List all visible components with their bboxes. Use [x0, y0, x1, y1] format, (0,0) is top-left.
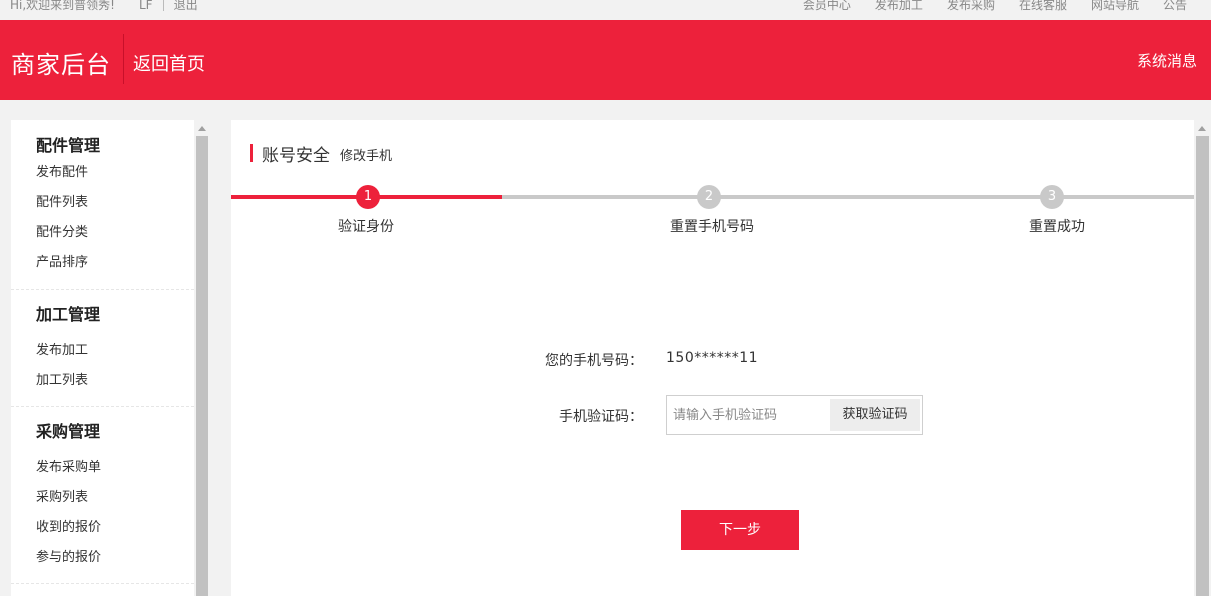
logout-link[interactable]: 退出	[174, 0, 198, 13]
page-title: 账号安全	[262, 145, 330, 166]
sidebar-group-title: 加工管理	[36, 305, 101, 324]
step-3-label: 重置成功	[1029, 219, 1085, 235]
announcement-link[interactable]: 公告	[1163, 0, 1187, 13]
phone-number-value: 150******11	[666, 350, 759, 366]
sidebar-item-parts-category[interactable]: 配件分类	[36, 224, 194, 254]
sidebar-group-processing: 加工管理 发布加工 加工列表	[11, 290, 194, 407]
sidebar-item-purchase-list[interactable]: 采购列表	[36, 489, 194, 519]
sidebar-item-product-sort[interactable]: 产品排序	[36, 254, 194, 284]
section-title: 账号安全 修改手机	[250, 143, 393, 166]
sidebar-group-parts: 配件管理 发布配件 配件列表 配件分类 产品排序	[11, 120, 194, 290]
sidebar-item-processing-list[interactable]: 加工列表	[36, 372, 194, 402]
step-1-label: 验证身份	[338, 219, 394, 235]
step-2-number: 2	[697, 185, 721, 209]
step-2-label: 重置手机号码	[670, 219, 754, 235]
step-3-number: 3	[1040, 185, 1064, 209]
top-utility-bar: Hi,欢迎来到普领秀! LF 退出 会员中心 发布加工 发布采购 在线客服 网站…	[0, 0, 1211, 20]
verification-code-group: 获取验证码	[666, 395, 923, 435]
title-accent-bar	[250, 144, 253, 162]
header: 商家后台 返回首页 系统消息	[0, 20, 1211, 100]
sidebar-item-publish-processing[interactable]: 发布加工	[36, 342, 194, 372]
phone-label: 您的手机号码：	[545, 353, 643, 369]
site-nav-link[interactable]: 网站导航	[1091, 0, 1139, 13]
main-scrollbar[interactable]	[1194, 120, 1211, 596]
sidebar-item-publish-purchase[interactable]: 发布采购单	[36, 459, 194, 489]
sidebar-item-received-quotes[interactable]: 收到的报价	[36, 519, 194, 549]
system-messages-link[interactable]: 系统消息	[1137, 50, 1197, 71]
sidebar-item-joined-quotes[interactable]: 参与的报价	[36, 549, 194, 579]
publish-processing-link[interactable]: 发布加工	[875, 0, 923, 13]
greeting-text: Hi,欢迎来到普领秀!	[10, 0, 115, 12]
verification-code-input[interactable]	[667, 396, 827, 434]
scroll-up-arrow-icon[interactable]	[198, 126, 206, 131]
page-subtitle: 修改手机	[340, 149, 393, 164]
sidebar-group-title: 配件管理	[36, 136, 101, 155]
sidebar-item-parts-list[interactable]: 配件列表	[36, 194, 194, 224]
sidebar-group-purchase: 采购管理 发布采购单 采购列表 收到的报价 参与的报价	[11, 407, 194, 584]
brand-title: 商家后台	[11, 51, 111, 79]
sidebar: 配件管理 发布配件 配件列表 配件分类 产品排序 加工管理 发布加工 加工列表 …	[11, 120, 194, 596]
get-code-button[interactable]: 获取验证码	[830, 399, 920, 431]
online-service-link[interactable]: 在线客服	[1019, 0, 1067, 13]
member-center-link[interactable]: 会员中心	[803, 0, 851, 13]
scrollbar-thumb[interactable]	[1196, 136, 1209, 596]
sidebar-item-publish-parts[interactable]: 发布配件	[36, 164, 194, 194]
publish-purchase-link[interactable]: 发布采购	[947, 0, 995, 13]
header-divider	[123, 34, 124, 84]
code-label: 手机验证码：	[559, 409, 643, 425]
sidebar-scrollbar[interactable]	[194, 120, 210, 596]
main-panel: 账号安全 修改手机 1 2 3 验证身份 重置手机号码 重置成功 您的手机号码：…	[231, 120, 1194, 596]
scrollbar-thumb[interactable]	[196, 136, 208, 596]
username-link[interactable]: LF	[139, 0, 153, 12]
scroll-up-arrow-icon[interactable]	[1198, 126, 1206, 131]
sidebar-group-title: 采购管理	[36, 422, 101, 441]
back-home-link[interactable]: 返回首页	[133, 50, 205, 76]
divider	[162, 0, 164, 11]
step-1-number: 1	[356, 185, 380, 209]
next-step-button[interactable]: 下一步	[681, 510, 799, 550]
